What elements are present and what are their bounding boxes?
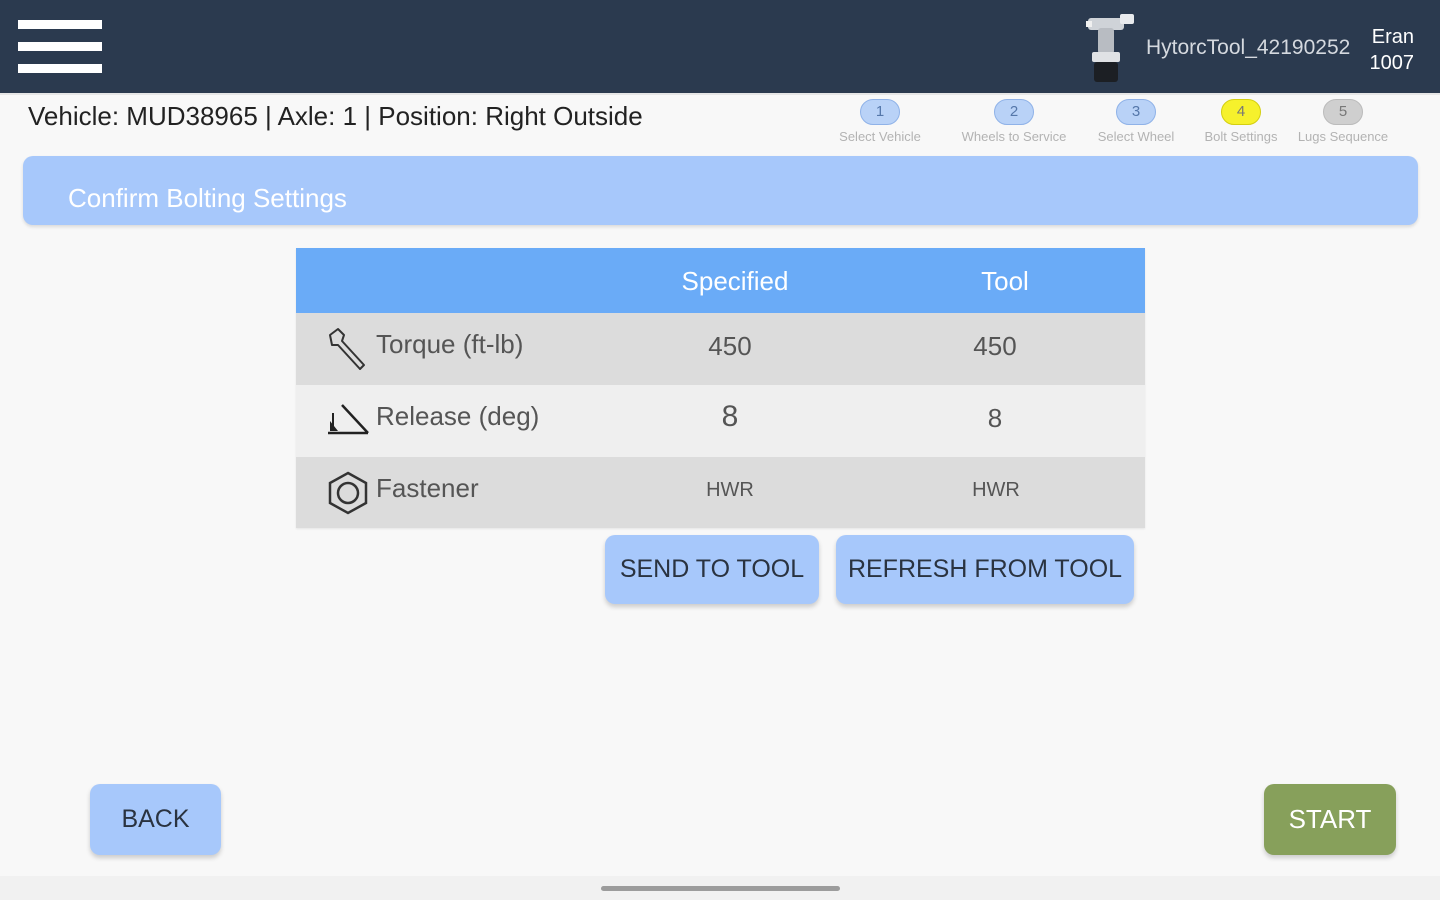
back-button[interactable]: BACK	[90, 784, 221, 855]
table-row-release: Release (deg) 8 8	[296, 385, 1145, 457]
row-label: Release (deg)	[376, 401, 540, 431]
step-lugs-sequence[interactable]: 5 Lugs Sequence	[1292, 99, 1394, 144]
refresh-from-tool-button[interactable]: REFRESH FROM TOOL	[836, 535, 1134, 604]
bolting-settings-table: Specified Tool Torque (ft-lb) 450 450 Re…	[296, 248, 1145, 528]
row-label: Torque (ft-lb)	[376, 329, 524, 359]
user-info: Eran 1007	[1370, 24, 1415, 76]
specified-value: HWR	[706, 479, 754, 501]
table-row-fastener: Fastener HWR HWR	[296, 457, 1145, 528]
angle-icon	[328, 404, 369, 435]
step-wheels-to-service[interactable]: 2 Wheels to Service	[944, 99, 1084, 144]
tool-value: 450	[973, 331, 1017, 361]
specified-value: 8	[721, 400, 739, 433]
section-banner: Confirm Bolting Settings	[23, 156, 1418, 225]
step-number: 5	[1323, 99, 1363, 125]
tool-value: HWR	[972, 479, 1020, 501]
step-label: Wheels to Service	[961, 129, 1067, 144]
start-button[interactable]: START	[1264, 784, 1396, 855]
column-header-specified: Specified	[681, 266, 789, 296]
specified-value: 450	[708, 331, 752, 361]
step-progress: 1 Select Vehicle 2 Wheels to Service 3 S…	[826, 99, 1426, 151]
vehicle-info: Vehicle: MUD38965 | Axle: 1 | Position: …	[28, 101, 643, 131]
step-bolt-settings[interactable]: 4 Bolt Settings	[1186, 99, 1296, 144]
step-select-vehicle[interactable]: 1 Select Vehicle	[830, 99, 930, 144]
home-indicator[interactable]	[601, 886, 840, 891]
step-label: Select Wheel	[1097, 129, 1175, 144]
wrench-icon	[329, 328, 365, 370]
column-header-tool: Tool	[981, 266, 1029, 296]
step-number: 2	[994, 99, 1034, 125]
hamburger-menu-icon[interactable]	[18, 18, 102, 76]
connected-tool-name: HytorcTool_42190252	[1146, 36, 1351, 59]
step-number: 4	[1221, 99, 1261, 125]
table-row-torque: Torque (ft-lb) 450 450	[296, 313, 1145, 385]
power-tool-icon	[1086, 14, 1134, 82]
table-header: Specified Tool	[296, 248, 1145, 313]
step-number: 3	[1116, 99, 1156, 125]
tool-value: 8	[987, 403, 1003, 433]
user-id: 1007	[1369, 52, 1415, 74]
system-navigation-bar	[0, 876, 1440, 900]
row-label: Fastener	[376, 473, 479, 503]
user-name: Eran	[1371, 26, 1414, 48]
step-number: 1	[860, 99, 900, 125]
step-label: Lugs Sequence	[1297, 129, 1389, 144]
step-label: Select Vehicle	[839, 129, 921, 144]
step-select-wheel[interactable]: 3 Select Wheel	[1080, 99, 1192, 144]
step-label: Bolt Settings	[1204, 129, 1278, 144]
hex-nut-icon	[328, 471, 368, 515]
top-app-bar: HytorcTool_42190252 Eran 1007	[0, 0, 1440, 95]
send-to-tool-button[interactable]: SEND TO TOOL	[605, 535, 819, 604]
section-title: Confirm Bolting Settings	[68, 183, 347, 213]
